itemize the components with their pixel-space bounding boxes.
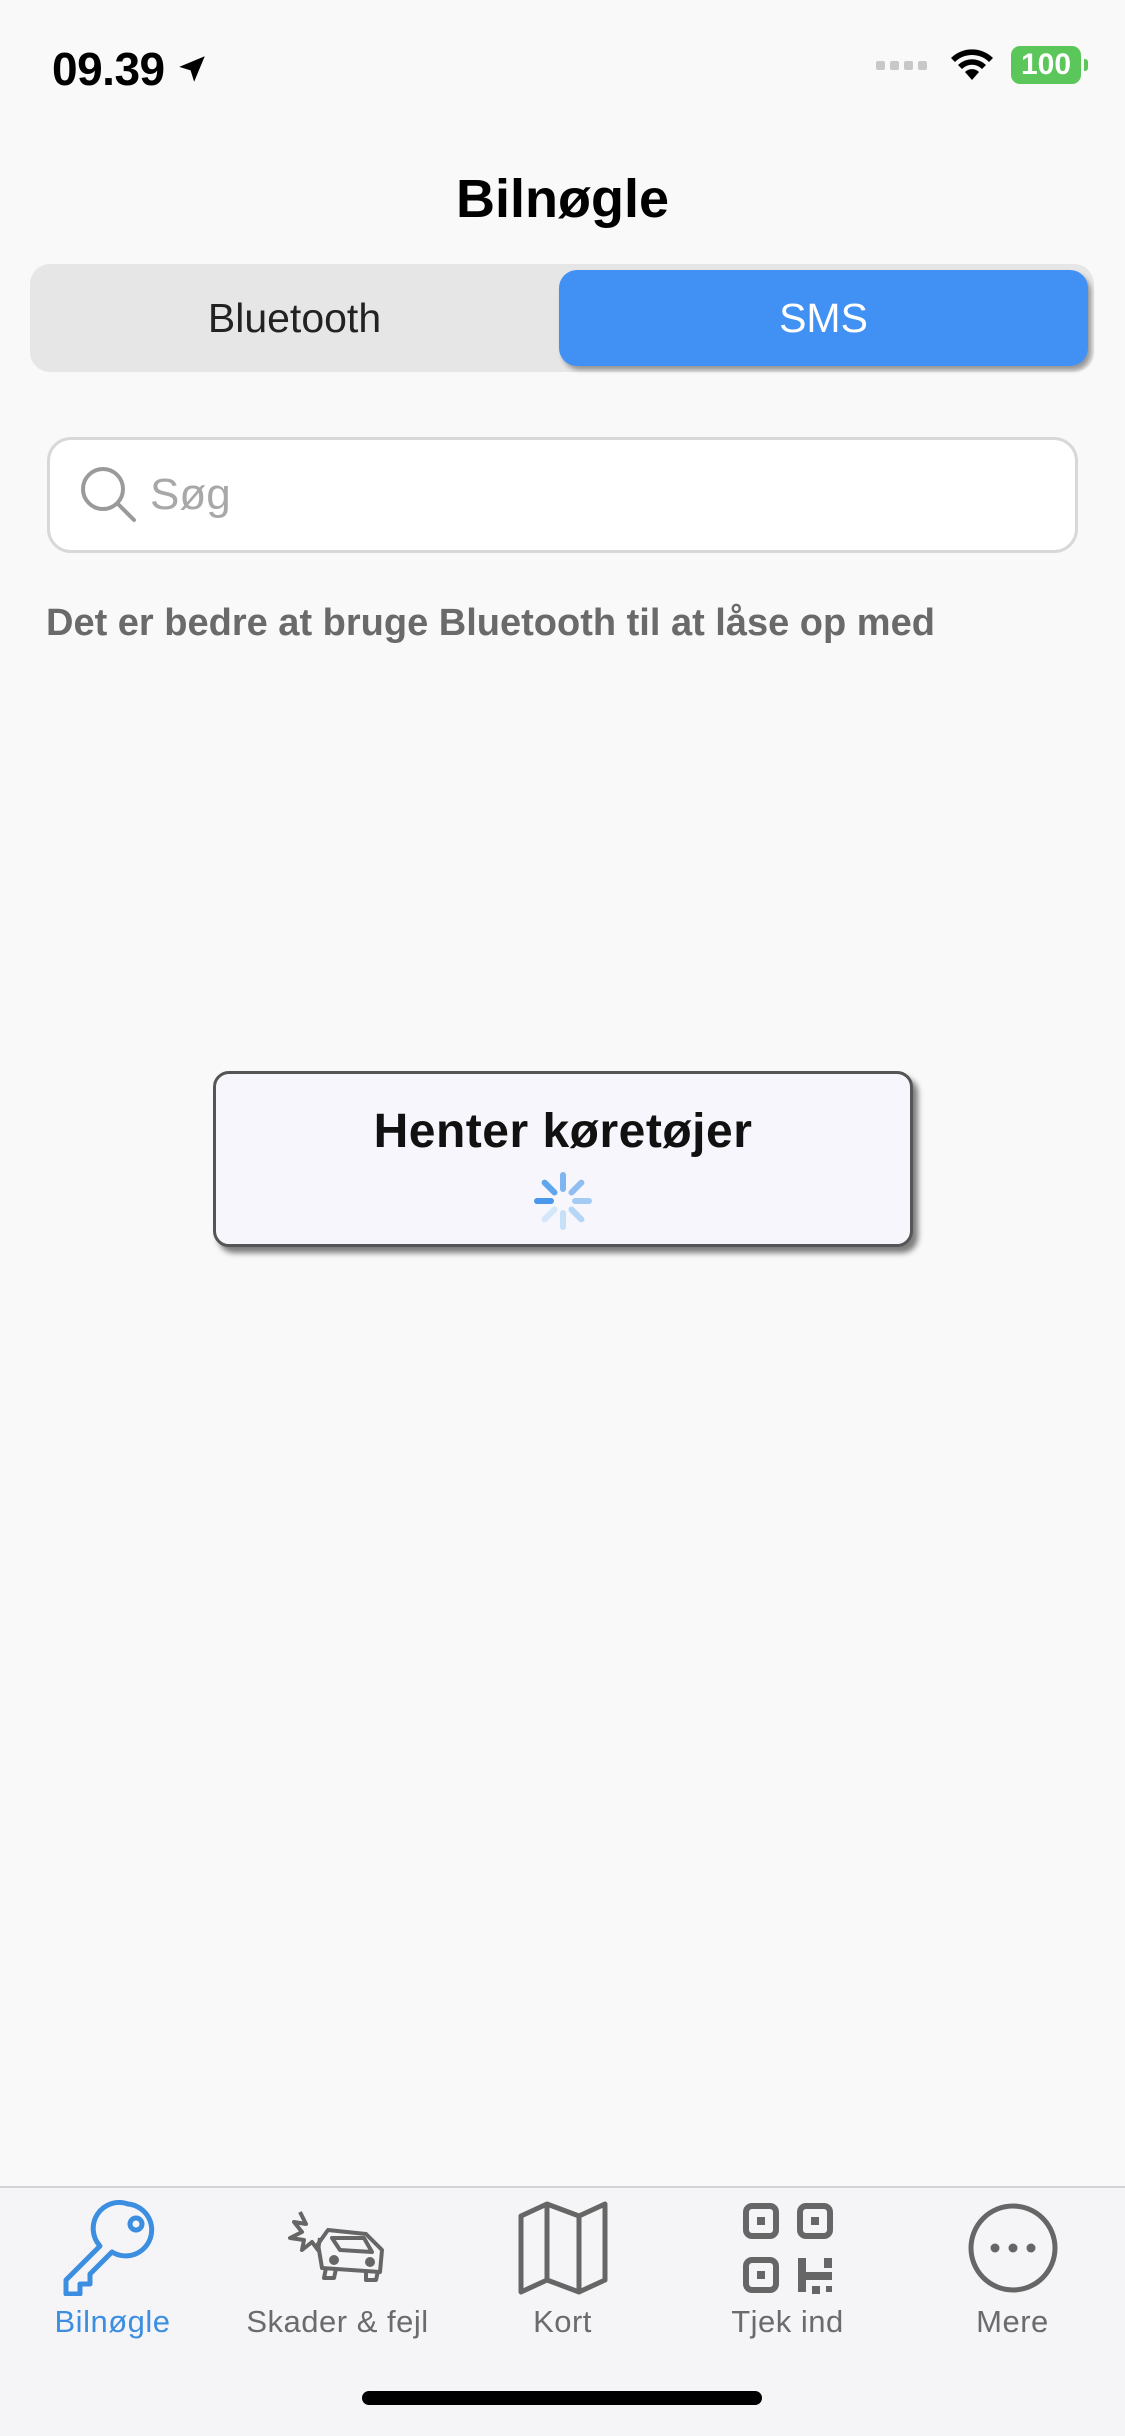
bluetooth-hint-text: Det er bedre at bruge Bluetooth til at l… [46,602,935,644]
home-indicator [362,2391,762,2405]
loading-text: Henter køretøjer [373,1105,753,1158]
tab-label-tjek-ind: Tjek ind [731,2304,844,2339]
segment-bluetooth[interactable]: Bluetooth [30,264,559,372]
tab-kort[interactable]: Kort [450,2198,675,2340]
screen: 09.39 100 Bilnøgle Bluetooth SMS Det er … [0,0,1125,2436]
loading-dialog: Henter køretøjer [213,1071,913,1247]
tab-tjek-ind[interactable]: Tjek ind [675,2198,900,2340]
map-icon [518,2201,607,2295]
segmented-control: Bluetooth SMS [30,264,1094,372]
tab-label-kort: Kort [533,2304,592,2339]
wifi-icon [951,49,993,80]
battery-icon: 100 [1011,46,1088,84]
car-damage-icon [287,2211,384,2282]
loading-spinner-icon [534,1172,592,1230]
tab-label-bilnoegle: Bilnøgle [54,2304,171,2339]
tab-mere[interactable]: Mere [900,2198,1125,2340]
location-arrow-icon [178,56,205,82]
cellular-signal-icon [876,60,927,70]
search-input[interactable] [150,470,1030,520]
tab-label-mere: Mere [976,2304,1049,2339]
tab-bilnoegle[interactable]: Bilnøgle [0,2198,225,2340]
search-box[interactable] [47,437,1078,553]
tab-label-skader-fejl: Skader & fejl [246,2304,429,2339]
page-title: Bilnøgle [456,169,669,229]
status-time-label: 09.39 [52,43,165,95]
status-time: 09.39 [52,42,209,96]
segment-sms[interactable]: SMS [559,270,1088,366]
more-icon [968,2203,1057,2293]
key-icon [63,2200,154,2296]
battery-level: 100 [1020,48,1072,81]
qr-code-icon [742,2203,833,2294]
status-indicators: 100 [876,46,1088,84]
tab-skader-fejl[interactable]: Skader & fejl [225,2198,450,2340]
search-icon [81,467,136,522]
